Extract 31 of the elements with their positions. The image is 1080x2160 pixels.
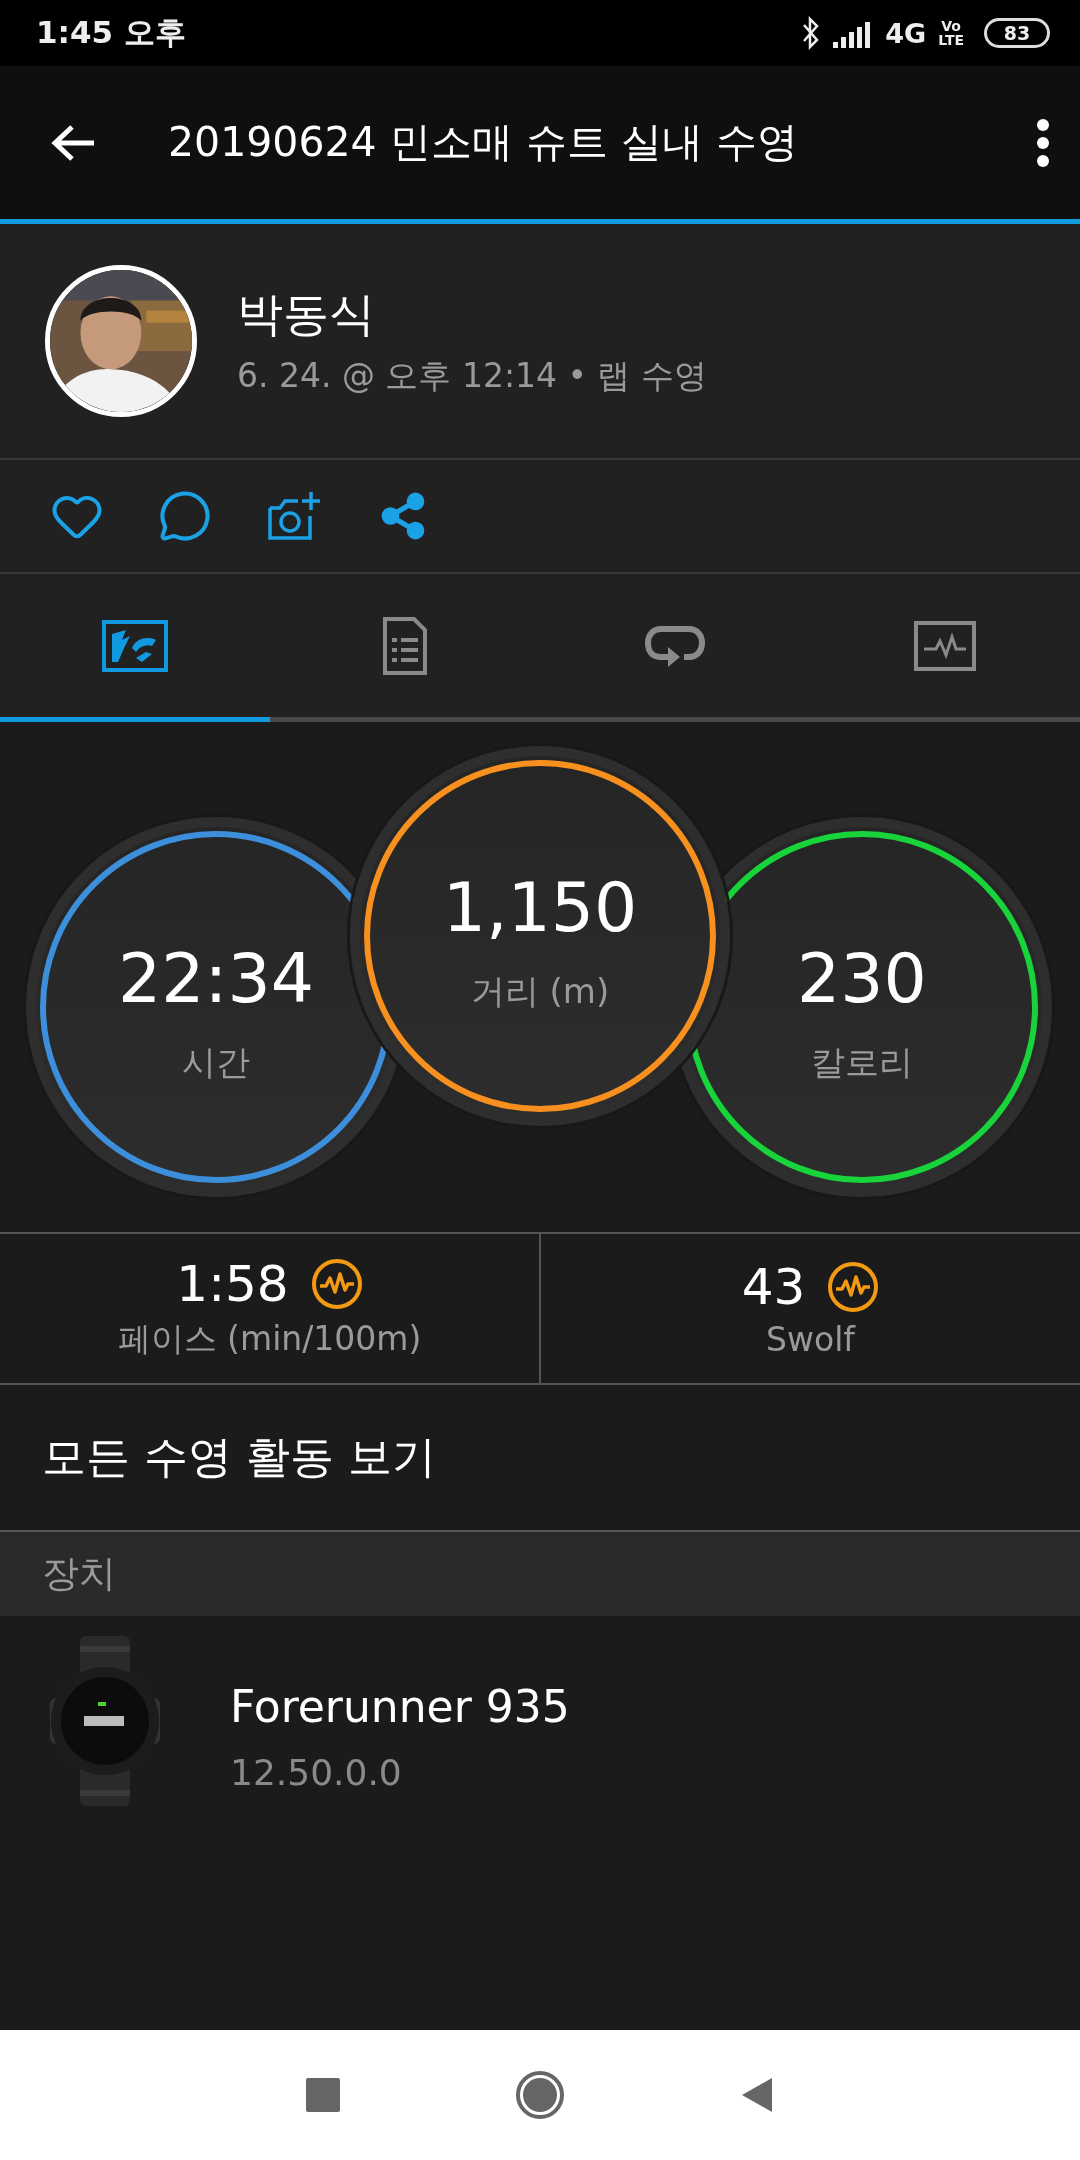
stat-value: 1:58 <box>176 1255 289 1313</box>
device-name: Forerunner 935 <box>230 1681 570 1732</box>
volte-text: LTE <box>938 33 964 47</box>
activity-title: 20190624 민소매 슈트 실내 수영 <box>168 117 799 168</box>
metric-label: 거리 (m) <box>470 969 610 1013</box>
metric-label: 시간 <box>182 1040 250 1084</box>
metric-value: 230 <box>797 938 927 1018</box>
metric-value: 22:34 <box>118 938 314 1018</box>
user-name: 박동식 <box>237 285 376 343</box>
overview-icon <box>102 619 168 672</box>
battery-icon: 83 <box>984 18 1050 48</box>
comment-button[interactable] <box>158 489 212 543</box>
pulse-icon <box>827 1261 880 1313</box>
back-button[interactable] <box>50 122 96 163</box>
back-nav-button[interactable] <box>740 2076 774 2114</box>
more-options-button[interactable] <box>1036 117 1050 168</box>
stat-value: 43 <box>741 1258 806 1316</box>
activity-date: 6. 24. @ 오후 12:14 • 랩 수영 <box>237 354 707 397</box>
metric-value: 1,150 <box>442 867 638 947</box>
section-title: 장치 <box>42 1551 116 1597</box>
home-button[interactable] <box>515 2070 565 2120</box>
status-time: 1:45 오후 <box>36 13 186 52</box>
pulse-icon <box>310 1258 363 1310</box>
network-type: 4G <box>885 17 927 49</box>
stat-label: 페이스 (min/100m) <box>117 1318 422 1360</box>
stat-label: Swolf <box>766 1320 855 1359</box>
device-version: 12.50.0.0 <box>230 1752 403 1793</box>
volte-text: Vo <box>941 19 961 33</box>
document-icon <box>382 615 428 676</box>
metric-label: 칼로리 <box>811 1040 913 1084</box>
activity-chart-icon <box>914 620 976 671</box>
